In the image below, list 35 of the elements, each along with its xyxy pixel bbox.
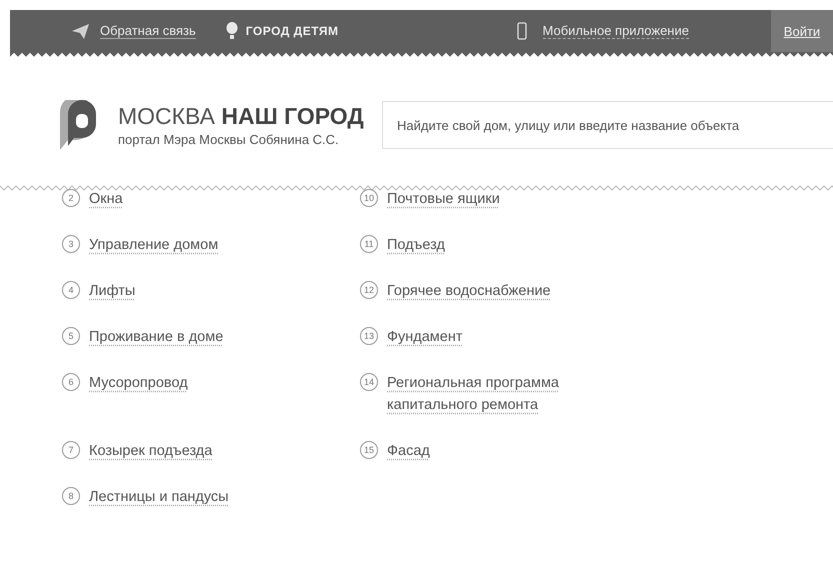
mobile-app-link[interactable]: Мобильное приложение bbox=[542, 23, 689, 39]
phone-icon bbox=[516, 22, 527, 40]
number-badge: 13 bbox=[360, 327, 378, 345]
number-badge: 3 bbox=[62, 235, 80, 253]
number-badge: 15 bbox=[360, 441, 378, 459]
site-subtitle: портал Мэра Москвы Собянина С.С. bbox=[118, 132, 340, 147]
number-badge: 11 bbox=[360, 235, 378, 253]
kids-logo[interactable]: ГОРОД ДЕТЯМ bbox=[246, 24, 339, 38]
topic-link[interactable]: Управление домом bbox=[89, 234, 218, 256]
number-badge: 7 bbox=[62, 441, 80, 459]
number-badge: 10 bbox=[360, 189, 378, 207]
topic-link[interactable]: Почтовые ящики bbox=[387, 188, 500, 210]
topic-link[interactable]: Региональная программа капитального ремонта bbox=[387, 372, 587, 416]
number-badge: 5 bbox=[62, 327, 80, 345]
number-badge: 8 bbox=[62, 487, 80, 505]
search-field[interactable]: Найдите свой дом, улицу или введите название объекта bbox=[382, 101, 833, 149]
number-badge: 2 bbox=[62, 189, 80, 207]
login-button[interactable]: Войти bbox=[771, 10, 833, 52]
feedback-link[interactable]: Обратная связь bbox=[100, 23, 196, 39]
paper-plane-icon bbox=[72, 24, 89, 38]
balloon-icon bbox=[226, 22, 238, 40]
topic-link[interactable]: Лестницы и пандусы bbox=[89, 486, 229, 508]
topic-link[interactable]: Фундамент bbox=[387, 326, 462, 348]
topic-link[interactable]: Подъезд bbox=[387, 234, 445, 256]
topic-link[interactable]: Лифты bbox=[89, 280, 136, 302]
topic-link[interactable]: Мусоропровод bbox=[89, 372, 188, 394]
number-badge: 4 bbox=[62, 281, 80, 299]
number-badge: 14 bbox=[360, 373, 378, 391]
topic-link[interactable]: Фасад bbox=[387, 440, 430, 462]
topic-link[interactable]: Козырек подъезда bbox=[89, 440, 212, 462]
number-badge: 12 bbox=[360, 281, 378, 299]
topic-link[interactable]: Горячее водоснабжение bbox=[387, 280, 551, 302]
topic-link[interactable]: Проживание в доме bbox=[89, 326, 224, 348]
topic-link[interactable]: Окна bbox=[89, 188, 123, 210]
number-badge: 6 bbox=[62, 373, 80, 391]
